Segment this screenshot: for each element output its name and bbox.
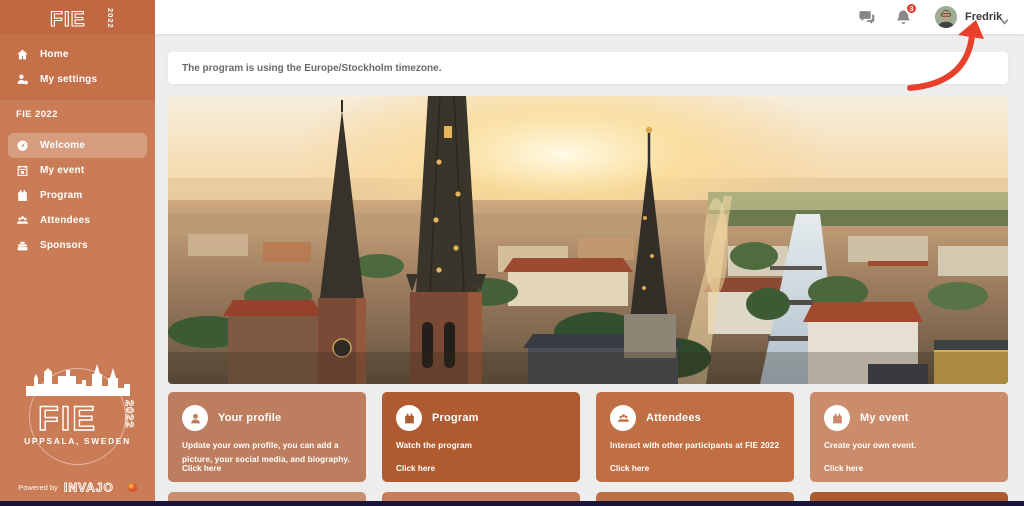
sidebar-item-label: Welcome <box>40 140 86 151</box>
clipboard-icon <box>16 189 29 202</box>
card-my-event[interactable]: My event Create your own event. Click he… <box>810 392 1008 482</box>
card-description: Update your own profile, you can add a p… <box>182 441 350 464</box>
sidebar-section-label: FIE 2022 <box>16 109 58 120</box>
sidebar-item-label: My event <box>40 165 85 176</box>
calendar-icon <box>396 405 422 431</box>
timezone-notice-text: The program is using the Europe/Stockhol… <box>182 62 442 74</box>
card-link[interactable]: Click here <box>610 464 649 473</box>
sidebar-item-attendees[interactable]: Attendees <box>8 208 147 233</box>
gauge-icon <box>16 139 29 152</box>
sidebar: FIE 2022 Home My settings FIE 2022 Welco… <box>0 0 155 506</box>
notification-badge[interactable]: 3 <box>905 2 918 15</box>
uppsala-skyline-icon <box>25 364 130 396</box>
card-title: Your profile <box>218 412 282 424</box>
chevron-down-icon[interactable] <box>1000 13 1009 25</box>
invajo-logo-dot <box>127 482 137 492</box>
calendar-icon <box>824 405 850 431</box>
sidebar-item-home[interactable]: Home <box>8 42 147 67</box>
card-description: Watch the program <box>396 441 472 450</box>
card-title: Program <box>432 412 479 424</box>
powered-by-label: Powered by <box>18 482 58 492</box>
sidebar-item-sponsors[interactable]: Sponsors <box>8 233 147 258</box>
people-icon <box>16 214 29 227</box>
sidebar-item-label: Program <box>40 190 83 201</box>
card-program[interactable]: Program Watch the program Click here <box>382 392 580 482</box>
svg-text:FIE: FIE <box>38 400 97 438</box>
shortcut-cards: Your profile Update your own profile, yo… <box>168 392 1008 482</box>
avatar-photo <box>935 6 957 28</box>
fie-badge-logo: FIE 2022 <box>37 399 135 438</box>
card-link[interactable]: Click here <box>396 464 435 473</box>
sidebar-item-label: Attendees <box>40 215 91 226</box>
card-link[interactable]: Click here <box>824 464 863 473</box>
card-link[interactable]: Click here <box>182 464 221 473</box>
topbar: 3 Fredrik <box>155 0 1024 34</box>
svg-text:2022: 2022 <box>106 8 114 29</box>
card-attendees[interactable]: Attendees Interact with other participan… <box>596 392 794 482</box>
user-settings-icon <box>16 73 29 86</box>
sidebar-item-my-event[interactable]: My event <box>8 158 147 183</box>
card-your-profile[interactable]: Your profile Update your own profile, yo… <box>168 392 366 482</box>
bottom-edge-strip <box>0 501 1024 506</box>
register-icon <box>16 239 29 252</box>
powered-by: Powered by INVAJO <box>0 480 155 494</box>
hero-image-uppsala-cityscape <box>168 96 1008 384</box>
event-app-page: FIE 2022 Home My settings FIE 2022 Welco… <box>0 0 1024 506</box>
fie-logo-icon: FIE 2022 <box>49 7 114 31</box>
sidebar-item-label: Sponsors <box>40 240 88 251</box>
sidebar-item-welcome[interactable]: Welcome <box>8 133 147 158</box>
svg-text:2022: 2022 <box>123 400 135 428</box>
svg-text:FIE: FIE <box>50 8 86 31</box>
timezone-notice: The program is using the Europe/Stockhol… <box>168 52 1008 84</box>
svg-text:INVAJO: INVAJO <box>64 481 114 495</box>
avatar[interactable] <box>935 6 957 28</box>
user-name[interactable]: Fredrik <box>965 11 1002 23</box>
sidebar-main-nav: Home My settings <box>0 34 155 100</box>
badge-location: UPPSALA, SWEDEN <box>24 436 131 446</box>
home-icon <box>16 48 29 61</box>
card-title: My event <box>860 412 909 424</box>
card-description: Interact with other participants at FIE … <box>610 441 780 450</box>
invajo-logo: INVAJO <box>64 480 114 495</box>
event-badge: FIE 2022 UPPSALA, SWEDEN <box>0 362 155 446</box>
chat-icon[interactable] <box>858 9 875 26</box>
sidebar-logo: FIE 2022 <box>0 0 155 34</box>
card-description: Create your own event. <box>824 441 917 450</box>
sidebar-item-label: My settings <box>40 74 98 85</box>
sidebar-event-nav: Welcome My event Program Attendees Spons… <box>0 133 155 258</box>
card-title: Attendees <box>646 412 701 424</box>
sidebar-item-label: Home <box>40 49 69 60</box>
main-content: The program is using the Europe/Stockhol… <box>155 34 1024 506</box>
sidebar-item-my-settings[interactable]: My settings <box>8 67 147 92</box>
user-icon <box>182 405 208 431</box>
calendar-event-icon <box>16 164 29 177</box>
sidebar-item-program[interactable]: Program <box>8 183 147 208</box>
people-icon <box>610 405 636 431</box>
